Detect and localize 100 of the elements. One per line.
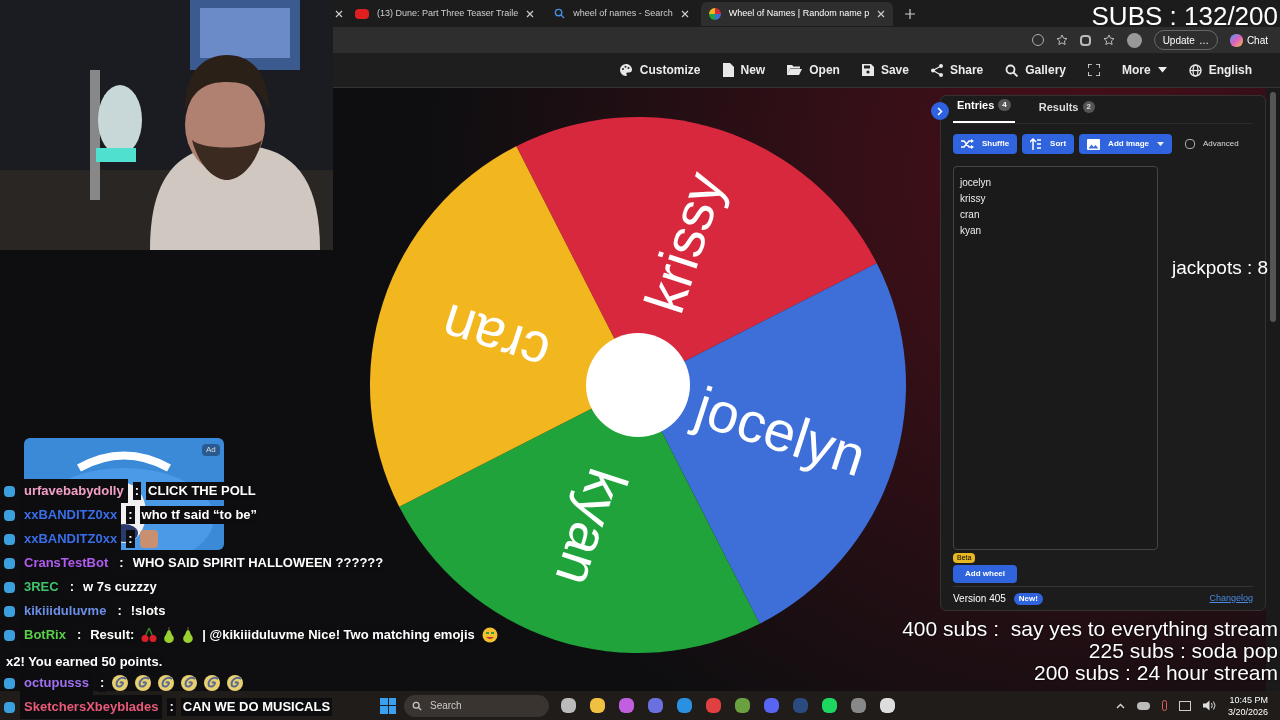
chevron-up-icon[interactable]: [1115, 702, 1125, 709]
panel-button[interactable]: Sort: [1022, 134, 1075, 154]
browser-tab[interactable]: wheel of names - Search: [546, 1, 697, 26]
taskbar-app-icon[interactable]: [822, 698, 837, 713]
badge-icon: [4, 581, 15, 593]
slice-label: cran: [433, 291, 557, 386]
milestone-text: 400 subs : say yes to everything stream: [902, 618, 1278, 640]
toolbar-label: Customize: [639, 62, 701, 79]
toolbar-button[interactable]: Save: [861, 61, 909, 79]
caret-icon: [1157, 141, 1164, 147]
chat-message: CLICK THE POLL: [146, 482, 258, 500]
taskbar-app-icon[interactable]: [880, 698, 895, 713]
milestone-text: 200 subs : 24 hour stream: [1034, 662, 1278, 684]
chat-button[interactable]: Chat: [1229, 32, 1268, 48]
more-label: …: [1198, 33, 1209, 48]
toolbar-label: More: [1122, 62, 1151, 79]
toolbar-label: Share: [949, 62, 984, 79]
browser-tab[interactable]: Wheel of Names | Random name p: [700, 1, 894, 26]
badge-icon: [4, 605, 15, 617]
chevron-right-icon: [937, 106, 943, 116]
toolbar-label: Open: [809, 62, 840, 79]
badge-icon: [4, 629, 15, 641]
chat-separator: :: [126, 530, 135, 548]
file-icon: [722, 63, 734, 77]
clock-date: 3/20/2026: [1227, 705, 1268, 718]
ad-label: Ad: [202, 444, 220, 456]
taskbar-app-icon[interactable]: [590, 698, 605, 713]
version-text: Version 405: [953, 592, 1006, 606]
toolbar-button[interactable]: Share: [930, 61, 984, 79]
badge-icon: [4, 557, 15, 569]
chat-username: SketchersXbeyblades: [24, 699, 159, 714]
panel-tab[interactable]: Results 2: [1034, 98, 1099, 123]
cherry-icon: [141, 627, 158, 643]
badge-icon: [4, 533, 15, 545]
fullscreen-icon: [1088, 64, 1100, 76]
search-icon: [412, 700, 422, 711]
caret-icon: [1157, 67, 1167, 73]
toolbar-button[interactable]: [1088, 64, 1100, 76]
image-icon: [1087, 138, 1101, 150]
badge-icon: [4, 485, 15, 497]
speaker-icon[interactable]: [1202, 700, 1216, 711]
toolbar-button[interactable]: More: [1122, 61, 1167, 79]
panel-button[interactable]: Shuffle: [953, 134, 1018, 154]
close-icon[interactable]: [680, 9, 689, 18]
close-icon[interactable]: [877, 9, 886, 18]
toolbar-label: Gallery: [1025, 62, 1066, 79]
share-icon: [930, 63, 943, 77]
close-icon[interactable]: [526, 9, 535, 18]
taskbar-app-icon[interactable]: [561, 698, 576, 713]
close-icon[interactable]: [335, 9, 343, 18]
monitor-icon[interactable]: [1178, 700, 1191, 711]
entry-text: cran: [960, 208, 981, 222]
badge-icon: [4, 701, 15, 713]
jackpots-counter: jackpots : 8: [1172, 256, 1269, 280]
panel-tab[interactable]: Entries 4: [953, 96, 1015, 123]
update-label: Update: [1162, 33, 1195, 48]
favorites-icon[interactable]: [1102, 34, 1115, 46]
sort-icon: [1030, 138, 1043, 150]
taskbar-search-field[interactable]: Search: [404, 694, 549, 717]
entry-text: jocelyn: [960, 176, 993, 190]
toolbar-button[interactable]: Customize: [618, 61, 701, 79]
video-icon: [355, 8, 369, 19]
badge-icon: [4, 677, 15, 689]
count-badge: 2: [1082, 100, 1095, 113]
profile-icon[interactable]: [1126, 32, 1142, 48]
advanced-checkbox[interactable]: [1185, 139, 1195, 149]
search-icon: [1005, 63, 1019, 77]
milestone-text: 225 subs : soda pop: [1088, 640, 1278, 662]
copilot-icon: [1229, 33, 1243, 47]
collapse-button[interactable]: [931, 102, 949, 120]
new-tab-icon[interactable]: [905, 8, 916, 19]
entry-text: kyan: [960, 224, 983, 238]
toolbar-button[interactable]: Open: [787, 61, 840, 79]
new-badge: New!: [1013, 592, 1043, 605]
taskbar-app-icon[interactable]: [735, 698, 750, 713]
toolbar-button[interactable]: English: [1188, 61, 1252, 79]
browser-tab[interactable]: (13) Dune: Part Three Teaser Traile: [347, 1, 543, 26]
changelog-link[interactable]: Changelog: [1209, 591, 1253, 606]
spiral-emote-icon: [157, 674, 176, 692]
panel-button[interactable]: Add image: [1079, 134, 1172, 154]
pear-icon: [162, 627, 177, 643]
toolbar-label: New: [740, 62, 766, 79]
slice-label: krissy: [632, 164, 737, 321]
add-wheel-button[interactable]: Add wheel: [953, 565, 1017, 583]
chat-username: urfavebabydolly: [24, 483, 124, 498]
tab-title: Wheel of Names | Random name p: [728, 6, 870, 20]
tab-title: wheel of names - Search: [573, 6, 673, 20]
toolbar-button[interactable]: New: [722, 61, 766, 79]
toolbar-button[interactable]: Gallery: [1005, 61, 1066, 79]
slice-label: kyan: [543, 461, 640, 594]
clock-time: 10:45 PM: [1229, 693, 1268, 706]
advanced-label: Advanced: [1203, 138, 1239, 150]
chat-separator: :: [126, 506, 135, 524]
entries-field[interactable]: jocelyn krissy cran kyan: [953, 166, 1158, 550]
windows-icon[interactable]: [380, 697, 396, 714]
spiral-emote-icon: [180, 674, 199, 692]
badge-icon: [4, 509, 15, 521]
globe-icon: [1188, 63, 1202, 77]
star-icon[interactable]: [1055, 34, 1068, 46]
spiral-emote-icon: [203, 674, 222, 692]
